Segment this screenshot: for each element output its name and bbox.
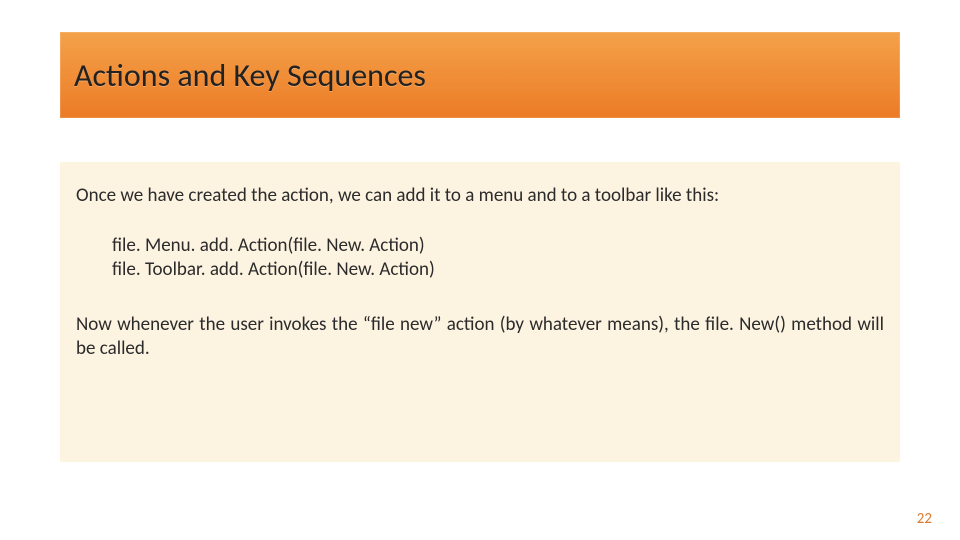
slide-title-bar: Actions and Key Sequences <box>60 32 900 118</box>
followup-paragraph: Now whenever the user invokes the “file … <box>76 313 884 361</box>
slide-content: Once we have created the action, we can … <box>60 162 900 462</box>
code-line-2: file. Toolbar. add. Action(file. New. Ac… <box>112 258 884 283</box>
page-number: 22 <box>917 510 932 528</box>
code-block: file. Menu. add. Action(file. New. Actio… <box>112 234 884 283</box>
code-line-1: file. Menu. add. Action(file. New. Actio… <box>112 234 884 259</box>
intro-paragraph: Once we have created the action, we can … <box>76 184 884 208</box>
slide-title: Actions and Key Sequences <box>74 56 426 95</box>
